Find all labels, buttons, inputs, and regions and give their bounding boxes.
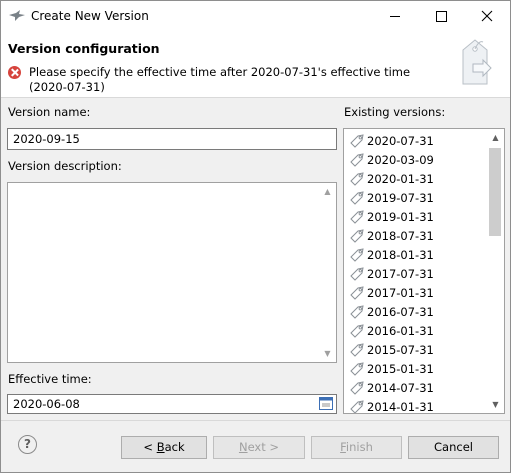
- page-title: Version configuration: [8, 41, 160, 56]
- version-list-item-label: 2016-07-31: [367, 305, 434, 319]
- maximize-icon: [436, 11, 447, 22]
- version-list-item[interactable]: 2020-03-09: [349, 150, 487, 169]
- version-list-item[interactable]: 2014-07-31: [349, 378, 487, 397]
- version-list-item[interactable]: 2019-01-31: [349, 207, 487, 226]
- version-list-item[interactable]: 2018-07-31: [349, 226, 487, 245]
- version-list-item[interactable]: 2019-07-31: [349, 188, 487, 207]
- version-list-item[interactable]: 2020-07-31: [349, 131, 487, 150]
- title-bar: Create New Version: [1, 1, 510, 32]
- wizard-banner: Version configuration Please specify the…: [1, 32, 510, 98]
- version-list-item[interactable]: 2017-01-31: [349, 283, 487, 302]
- tag-icon: [349, 247, 365, 263]
- effective-time-label: Effective time:: [8, 372, 92, 386]
- existing-versions-list[interactable]: 2020-07-31 2020-03-09 2020-01-31 2019-07-31…: [343, 128, 505, 414]
- version-list-item-label: 2015-07-31: [367, 343, 434, 357]
- tag-icon: [349, 323, 365, 339]
- version-list-item[interactable]: 2017-07-31: [349, 264, 487, 283]
- tag-icon: [349, 361, 365, 377]
- existing-versions-label: Existing versions:: [344, 105, 446, 119]
- button-bar-separator: [1, 420, 510, 421]
- tag-icon: [349, 380, 365, 396]
- tag-icon: [349, 133, 365, 149]
- version-list-item[interactable]: 2020-01-31: [349, 169, 487, 188]
- tag-icon: [349, 171, 365, 187]
- list-scroll-up-arrow-icon[interactable]: ▲: [487, 129, 504, 146]
- tag-icon: [349, 228, 365, 244]
- tag-icon: [349, 285, 365, 301]
- version-list-item-label: 2020-07-31: [367, 134, 434, 148]
- next-button[interactable]: Next >: [213, 436, 305, 459]
- tag-icon: [349, 209, 365, 225]
- version-list-item-label: 2015-01-31: [367, 362, 434, 376]
- version-list-item-label: 2014-01-31: [367, 400, 434, 414]
- app-bird-icon: [9, 10, 25, 21]
- minimize-button[interactable]: [372, 1, 418, 32]
- version-list-item[interactable]: 2015-01-31: [349, 359, 487, 378]
- version-list-item-label: 2019-01-31: [367, 210, 434, 224]
- version-description-textarea[interactable]: ▲ ▼: [7, 182, 337, 363]
- error-message: Please specify the effective time after …: [29, 65, 411, 94]
- tag-icon: [349, 152, 365, 168]
- version-list-item-label: 2020-03-09: [367, 153, 434, 167]
- tag-icon: [349, 342, 365, 358]
- window-title: Create New Version: [31, 9, 149, 23]
- version-list-item-label: 2019-07-31: [367, 191, 434, 205]
- help-button[interactable]: ?: [18, 435, 37, 454]
- version-list-item-label: 2017-07-31: [367, 267, 434, 281]
- create-new-version-dialog: Create New Version Version configuration…: [0, 0, 511, 473]
- tag-icon: [349, 304, 365, 320]
- tag-icon: [349, 399, 365, 413]
- version-list-item[interactable]: 2018-01-31: [349, 245, 487, 264]
- minimize-icon: [390, 16, 400, 17]
- version-list-item[interactable]: 2014-01-31: [349, 397, 487, 414]
- help-icon: ?: [24, 437, 31, 451]
- tag-icon: [349, 266, 365, 282]
- calendar-icon[interactable]: [319, 397, 333, 410]
- finish-button[interactable]: Finish: [311, 436, 402, 459]
- back-button[interactable]: < Back: [121, 436, 207, 459]
- tag-icon: [349, 190, 365, 206]
- version-list-item[interactable]: 2016-01-31: [349, 321, 487, 340]
- version-list-item-label: 2017-01-31: [367, 286, 434, 300]
- version-name-input[interactable]: [7, 128, 337, 150]
- cancel-button[interactable]: Cancel: [408, 436, 499, 459]
- error-icon: [8, 66, 21, 79]
- version-list-item-label: 2016-01-31: [367, 324, 434, 338]
- version-list-item-label: 2018-07-31: [367, 229, 434, 243]
- list-scroll-thumb[interactable]: [489, 148, 501, 236]
- scroll-up-arrow-icon[interactable]: ▲: [319, 183, 336, 200]
- version-name-label: Version name:: [8, 105, 91, 119]
- version-list-item[interactable]: 2016-07-31: [349, 302, 487, 321]
- version-list-item-label: 2018-01-31: [367, 248, 434, 262]
- list-scroll-down-arrow-icon[interactable]: ▼: [487, 396, 504, 413]
- maximize-button[interactable]: [418, 1, 464, 32]
- version-description-label: Version description:: [8, 159, 122, 173]
- version-list-item-label: 2020-01-31: [367, 172, 434, 186]
- version-tag-wizard-icon: [462, 39, 492, 85]
- description-scrollbar[interactable]: ▲ ▼: [319, 183, 336, 362]
- version-list-item[interactable]: 2015-07-31: [349, 340, 487, 359]
- scroll-down-arrow-icon[interactable]: ▼: [319, 345, 336, 362]
- versions-list-scrollbar[interactable]: ▲ ▼: [487, 129, 504, 413]
- close-icon: [481, 10, 493, 22]
- version-list-item-label: 2014-07-31: [367, 381, 434, 395]
- close-button[interactable]: [464, 1, 510, 32]
- effective-time-input[interactable]: [7, 394, 337, 414]
